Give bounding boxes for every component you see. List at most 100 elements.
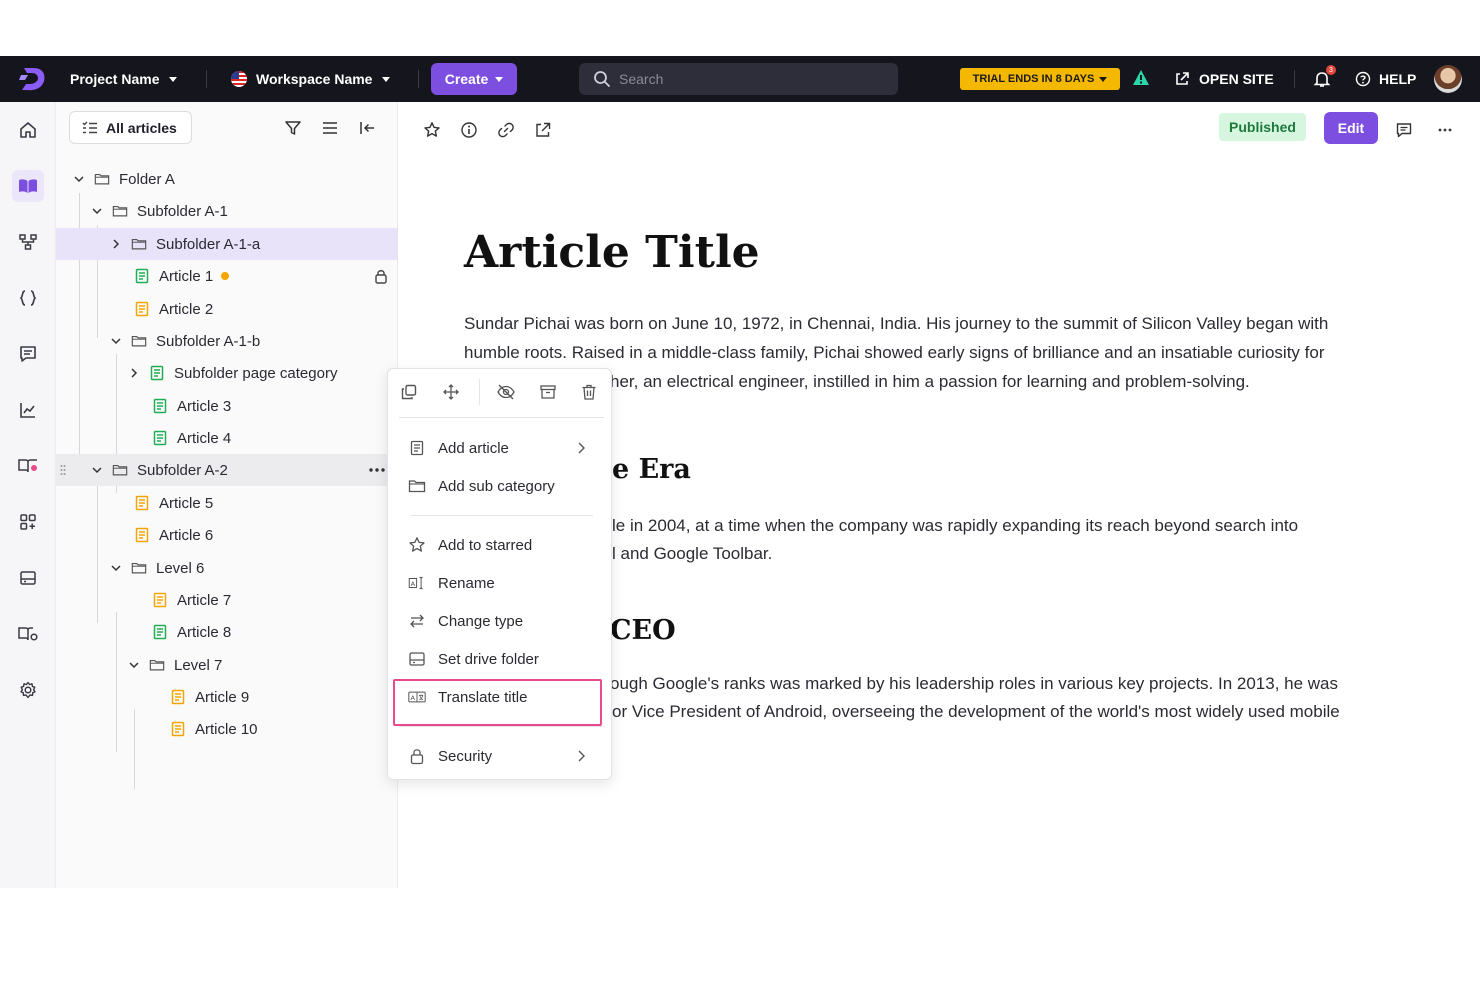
warning-icon[interactable] <box>1132 69 1150 87</box>
eye-off-icon[interactable] <box>494 380 518 404</box>
menu-item-add-to-starred[interactable]: Add to starred <box>400 528 601 562</box>
move-icon[interactable] <box>439 380 463 404</box>
chevron-right-icon[interactable] <box>127 366 141 380</box>
trash-icon[interactable] <box>577 380 601 404</box>
tree-article[interactable]: Article 6 <box>56 519 398 551</box>
workspace-selector[interactable]: Workspace Name <box>230 56 391 102</box>
comment-icon[interactable] <box>1394 120 1414 140</box>
divider <box>418 70 419 88</box>
sort-lines-icon[interactable] <box>320 118 340 138</box>
all-articles-filter[interactable]: All articles <box>69 111 192 144</box>
chevron-down-icon[interactable] <box>90 204 104 218</box>
article-orange-icon <box>170 689 186 705</box>
more-horizontal-icon[interactable] <box>1435 120 1455 140</box>
tree-article[interactable]: Article 1 <box>56 260 398 292</box>
chevron-right-icon[interactable] <box>109 237 123 251</box>
drag-handle-icon[interactable] <box>60 464 66 476</box>
tree-article[interactable]: Article 4 <box>56 422 398 454</box>
edit-button[interactable]: Edit <box>1324 112 1378 144</box>
tree-article[interactable]: Article 3 <box>56 390 398 422</box>
tree-article[interactable]: Subfolder page category <box>56 357 398 389</box>
divider <box>479 379 480 405</box>
collapse-sidebar-icon[interactable] <box>357 118 377 138</box>
analytics-icon[interactable] <box>12 394 44 426</box>
article-orange-icon <box>152 592 168 608</box>
menu-item-rename[interactable]: A Rename <box>400 566 601 600</box>
more-horizontal-icon[interactable] <box>369 468 385 472</box>
info-icon[interactable] <box>459 120 479 140</box>
trial-label: TRIAL ENDS IN 8 DAYS <box>972 73 1095 85</box>
gear-icon[interactable] <box>12 674 44 706</box>
article-paragraph: l and Google Toolbar. <box>612 544 773 563</box>
chevron-down-icon[interactable] <box>109 334 123 348</box>
ai-book-icon[interactable] <box>12 450 44 482</box>
chevron-down-icon[interactable] <box>127 658 141 672</box>
create-button[interactable]: Create <box>431 63 517 95</box>
tree-folder[interactable]: Level 7 <box>56 649 398 681</box>
menu-item-label: Add sub category <box>438 477 555 495</box>
avatar[interactable] <box>1434 65 1462 93</box>
menu-item-label: Change type <box>438 612 524 630</box>
code-braces-icon[interactable] <box>12 282 44 314</box>
tree-article[interactable]: Article 10 <box>56 713 398 745</box>
filter-icon[interactable] <box>283 118 303 138</box>
external-link-icon[interactable] <box>533 120 553 140</box>
article-paragraph: her, an electrical engineer, instilled i… <box>610 372 1250 391</box>
menu-item-label: Rename <box>438 574 495 592</box>
tree-item-label: Folder A <box>119 170 175 188</box>
help-link[interactable]: HELP <box>1355 56 1416 102</box>
tree-folder[interactable]: Folder A <box>56 163 398 195</box>
duplicate-icon[interactable] <box>397 380 421 404</box>
tree-folder[interactable]: Subfolder A-1-b <box>56 325 398 357</box>
chevron-down-icon <box>1099 76 1108 82</box>
help-circle-icon <box>1355 71 1371 87</box>
tree-folder[interactable]: Subfolder A-2 <box>56 454 398 486</box>
article-title: Article Title <box>464 227 760 278</box>
article-green-icon <box>134 268 150 284</box>
tree-folder[interactable]: Subfolder A-1-a <box>56 228 398 260</box>
tree-article[interactable]: Article 9 <box>56 681 398 713</box>
comment-icon[interactable] <box>12 338 44 370</box>
menu-item-set-drive-folder[interactable]: Set drive folder <box>400 642 601 676</box>
archive-icon[interactable] <box>536 380 560 404</box>
tree-item-label: Article 7 <box>177 591 232 609</box>
top-bar: Project Name Workspace Name Create Searc… <box>0 56 1480 102</box>
tree-article[interactable]: Article 7 <box>56 584 398 616</box>
star-icon[interactable] <box>422 120 442 140</box>
section-heading: e Era <box>612 454 691 485</box>
list-filter-icon <box>82 121 97 133</box>
tree-folder[interactable]: Subfolder A-1 <box>56 195 398 227</box>
home-icon[interactable] <box>12 114 44 146</box>
folder-icon <box>112 462 128 478</box>
search-input[interactable] <box>619 71 879 87</box>
project-selector[interactable]: Project Name <box>70 56 178 102</box>
chevron-down-icon[interactable] <box>90 463 104 477</box>
layout-icon[interactable] <box>12 562 44 594</box>
workflow-icon[interactable] <box>12 226 44 258</box>
tree-article[interactable]: Article 2 <box>56 293 398 325</box>
tree-article[interactable]: Article 5 <box>56 487 398 519</box>
search-icon <box>594 71 610 87</box>
search-bar[interactable] <box>579 63 898 95</box>
menu-item-add-sub-category[interactable]: Add sub category <box>400 469 601 503</box>
article-orange-icon <box>134 527 150 543</box>
menu-item-add-article[interactable]: Add article <box>400 431 601 465</box>
tree-folder[interactable]: Level 6 <box>56 552 398 584</box>
open-site-link[interactable]: OPEN SITE <box>1174 56 1274 102</box>
book-settings-icon[interactable] <box>12 618 44 650</box>
tree-article[interactable]: Article 8 <box>56 616 398 648</box>
book-icon[interactable] <box>12 170 44 202</box>
apps-icon[interactable] <box>12 506 44 538</box>
menu-item-security[interactable]: Security <box>400 739 601 773</box>
tree-item-label: Subfolder A-1 <box>137 202 228 220</box>
swap-icon <box>408 612 426 630</box>
tree-item-label: Subfolder A-1-b <box>156 332 261 350</box>
trial-badge[interactable]: TRIAL ENDS IN 8 DAYS <box>960 68 1120 90</box>
chevron-down-icon[interactable] <box>72 172 86 186</box>
link-icon[interactable] <box>496 120 516 140</box>
menu-item-change-type[interactable]: Change type <box>400 604 601 638</box>
article-paragraph: le in 2004, at a time when the company w… <box>612 516 1299 535</box>
menu-item-label: Set drive folder <box>438 650 539 668</box>
chevron-down-icon[interactable] <box>109 561 123 575</box>
logo-icon[interactable] <box>18 65 48 93</box>
